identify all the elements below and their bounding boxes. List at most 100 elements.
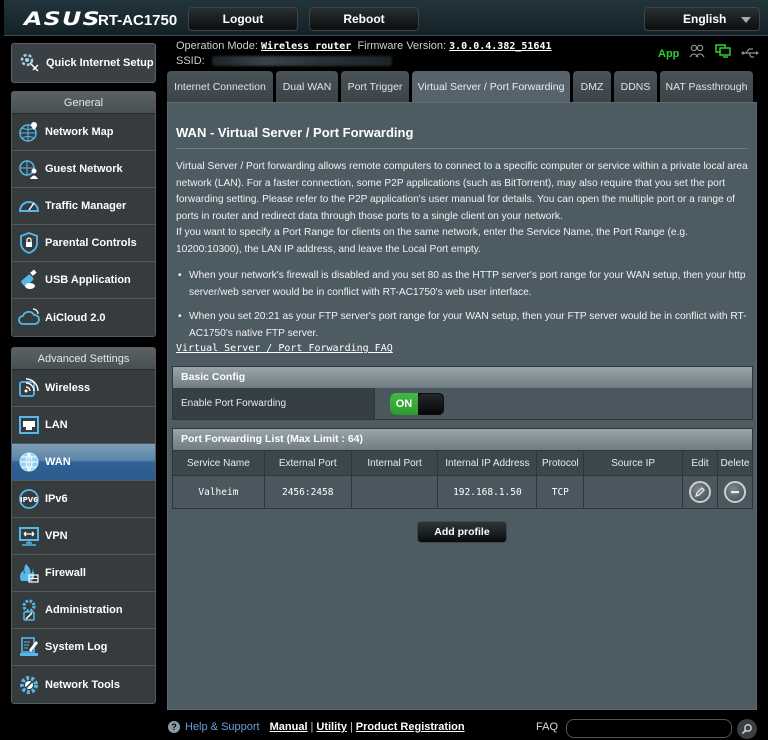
edit-button[interactable] — [688, 481, 711, 503]
enable-port-forwarding-label: Enable Port Forwarding — [173, 388, 375, 419]
sidebar-item-system-log[interactable]: System Log — [12, 629, 155, 666]
help-icon: ? — [168, 721, 180, 733]
toggle-on-label: ON — [390, 392, 418, 415]
logout-button[interactable]: Logout — [188, 7, 298, 31]
cell-internal-ip: 192.168.1.50 — [437, 475, 538, 509]
sidebar-item-wan[interactable]: WAN — [12, 444, 155, 481]
sidebar-advanced-header: Advanced Settings — [12, 348, 155, 370]
usb-icon[interactable] — [741, 45, 760, 63]
lan-icon — [17, 413, 41, 437]
sidebar-item-label: Administration — [45, 604, 123, 616]
description: Virtual Server / Port forwarding allows … — [176, 159, 754, 259]
sidebar-item-traffic-manager[interactable]: Traffic Manager — [12, 188, 155, 225]
sidebar-advanced: Advanced Settings Wireless LAN WAN IPV6 … — [11, 347, 156, 704]
network-status-icon[interactable] — [715, 44, 732, 63]
col-internal-ip: Internal IP Address — [437, 450, 538, 476]
tab-virtual-server[interactable]: Virtual Server / Port Forwarding — [412, 71, 570, 102]
pencil-icon — [694, 487, 705, 498]
tab-port-trigger[interactable]: Port Trigger — [341, 71, 409, 102]
cell-service-name: Valheim — [172, 475, 265, 509]
sidebar-item-network-tools[interactable]: Network Tools — [12, 666, 155, 703]
status-bar: Operation Mode: Wireless router Firmware… — [176, 39, 552, 68]
language-select[interactable]: English — [644, 7, 760, 31]
add-profile-button[interactable]: Add profile — [417, 521, 507, 543]
faq-search-button[interactable] — [737, 719, 757, 739]
operation-mode-link[interactable]: Wireless router — [261, 41, 351, 52]
quick-setup-icon — [18, 50, 40, 77]
sidebar-item-wireless[interactable]: Wireless — [12, 370, 155, 407]
firmware-link[interactable]: 3.0.0.4.382_51641 — [449, 41, 551, 52]
enable-port-forwarding-row: Enable Port Forwarding ON — [173, 388, 752, 419]
quick-internet-setup-button[interactable]: Quick Internet Setup — [11, 43, 156, 83]
search-icon — [741, 724, 752, 735]
wan-icon — [17, 450, 41, 474]
sidebar-item-network-map[interactable]: Network Map — [12, 114, 155, 151]
sidebar-item-label: LAN — [45, 419, 68, 431]
network-tools-icon — [17, 673, 41, 697]
sidebar-item-vpn[interactable]: VPN — [12, 518, 155, 555]
status-icons: App — [658, 44, 760, 63]
sidebar-item-label: AiCloud 2.0 — [45, 311, 106, 324]
footer: ? Help & Support Manual | Utility | Prod… — [168, 721, 465, 733]
table-row: Valheim 2456:2458 192.168.1.50 TCP — [172, 475, 754, 509]
language-value: English — [683, 12, 727, 26]
delete-button[interactable] — [723, 481, 746, 503]
col-edit: Edit — [682, 450, 718, 476]
sidebar-item-label: System Log — [45, 641, 108, 653]
toggle-knob — [418, 393, 443, 414]
tab-dual-wan[interactable]: Dual WAN — [276, 71, 338, 102]
tab-nat-passthrough[interactable]: NAT Passthrough — [660, 71, 753, 102]
reboot-button[interactable]: Reboot — [309, 7, 419, 31]
faq-label: FAQ — [536, 721, 559, 733]
enable-port-forwarding-cell: ON — [375, 388, 752, 419]
sidebar-item-parental-controls[interactable]: Parental Controls — [12, 225, 155, 262]
clients-icon[interactable] — [689, 44, 705, 63]
aicloud-icon — [17, 306, 41, 330]
product-registration-link[interactable]: Product Registration — [356, 721, 465, 733]
port-forwarding-table: Service Name External Port Internal Port… — [172, 450, 754, 509]
main-panel: WAN - Virtual Server / Port Forwarding V… — [167, 102, 757, 710]
sidebar-item-label: WAN — [45, 456, 71, 468]
sidebar-item-usb-application[interactable]: USB Application — [12, 262, 155, 299]
traffic-manager-icon — [17, 194, 41, 218]
router-model: RT-AC1750 — [98, 12, 178, 29]
faq-search-input[interactable] — [566, 719, 732, 738]
note-item: When you set 20:21 as your FTP server's … — [176, 309, 754, 342]
cell-delete — [716, 475, 754, 509]
guest-network-icon — [17, 157, 41, 181]
sidebar-item-label: Network Map — [45, 126, 114, 138]
pf-list-header: Port Forwarding List (Max Limit : 64) — [173, 429, 752, 450]
parental-controls-icon — [17, 231, 41, 255]
wireless-icon — [17, 376, 41, 400]
firewall-icon — [17, 561, 41, 585]
sidebar-item-aicloud[interactable]: AiCloud 2.0 — [12, 299, 155, 336]
cell-protocol: TCP — [536, 475, 585, 509]
ssid-value-redacted — [211, 56, 392, 67]
enable-port-forwarding-toggle[interactable]: ON — [390, 392, 444, 415]
sidebar-item-ipv6[interactable]: IPV6 IPv6 — [12, 481, 155, 518]
sidebar-item-label: Network Tools — [45, 678, 120, 691]
tab-dmz[interactable]: DMZ — [573, 71, 611, 102]
sidebar-item-label: Traffic Manager — [45, 200, 127, 212]
tab-ddns[interactable]: DDNS — [614, 71, 657, 102]
sidebar-item-label: Guest Network — [45, 163, 123, 175]
asus-logo: ASUS — [24, 8, 101, 30]
notes-list: When your network's firewall is disabled… — [176, 268, 754, 350]
manual-link[interactable]: Manual — [270, 721, 308, 733]
help-support-link[interactable]: Help & Support — [185, 721, 260, 733]
sidebar-item-label: USB Application — [45, 274, 131, 286]
sidebar-item-firewall[interactable]: Firewall — [12, 555, 155, 592]
title-divider — [176, 148, 748, 149]
chevron-down-icon — [741, 17, 751, 23]
app-link[interactable]: App — [658, 48, 679, 60]
tab-internet-connection[interactable]: Internet Connection — [167, 71, 273, 102]
sidebar-item-guest-network[interactable]: Guest Network — [12, 151, 155, 188]
utility-link[interactable]: Utility — [316, 721, 347, 733]
ipv6-icon: IPV6 — [17, 487, 41, 511]
faq-link[interactable]: Virtual Server / Port Forwarding FAQ — [176, 343, 393, 354]
basic-config-header: Basic Config — [173, 367, 752, 388]
sidebar-item-lan[interactable]: LAN — [12, 407, 155, 444]
pf-list-header-bar: Port Forwarding List (Max Limit : 64) — [172, 428, 753, 450]
sidebar-item-administration[interactable]: Administration — [12, 592, 155, 629]
network-map-icon — [17, 120, 41, 144]
